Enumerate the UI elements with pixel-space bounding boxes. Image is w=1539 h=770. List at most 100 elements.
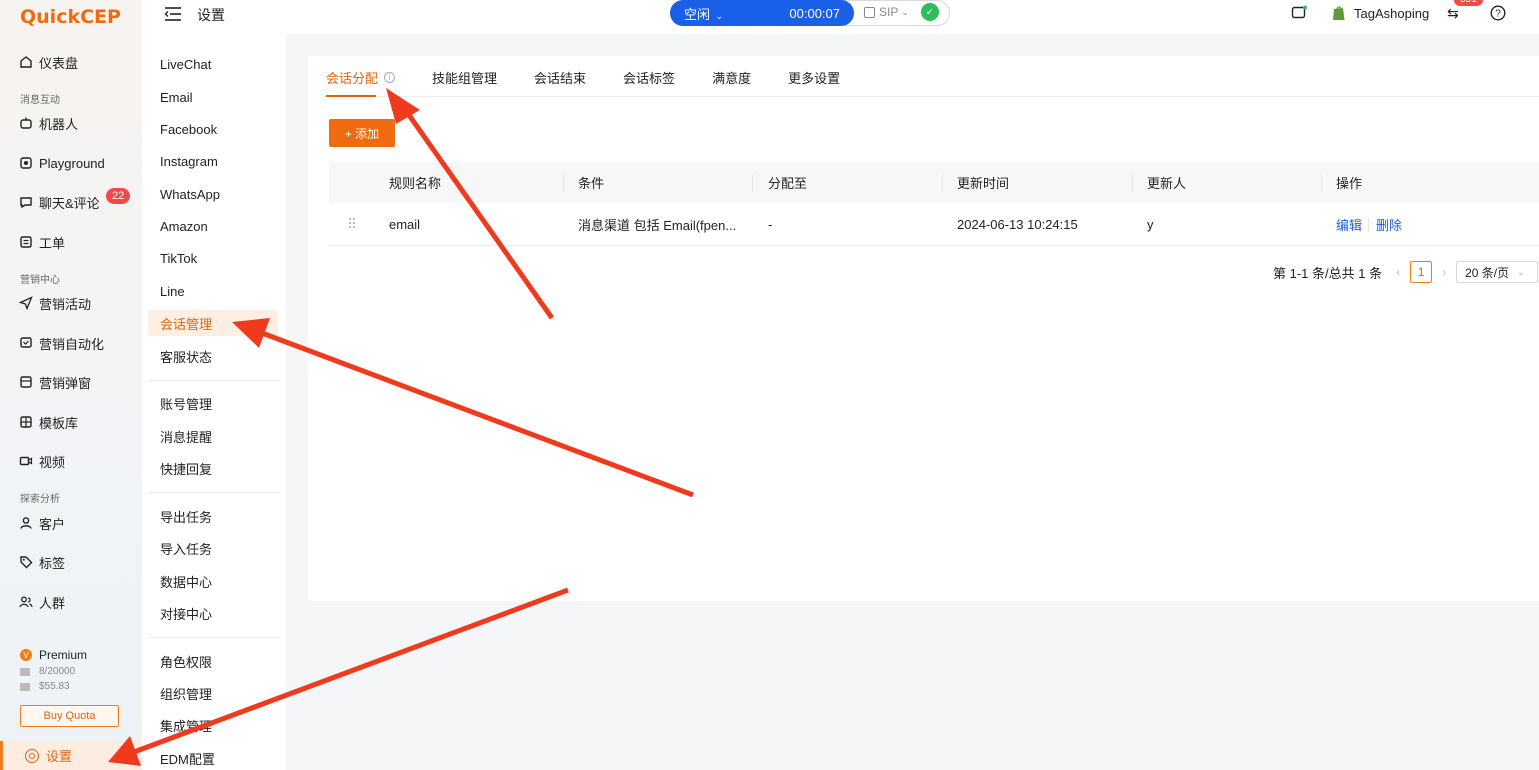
notification-badge: 551 — [1454, 0, 1483, 6]
main-panel: 会话分配 i 技能组管理 会话结束 会话标签 满意度 更多设置 + 添加 规则名称… — [308, 56, 1539, 601]
action-separator — [1368, 218, 1369, 231]
nav-campaign[interactable]: 营销活动 — [18, 291, 91, 315]
subnav-item-line[interactable]: Line — [148, 278, 278, 304]
subnav-item-roles[interactable]: 角色权限 — [148, 648, 278, 674]
subnav-item-organization[interactable]: 组织管理 — [148, 680, 278, 706]
page-size-value: 20 条/页 — [1465, 265, 1510, 280]
help-icon[interactable]: ? — [1490, 5, 1506, 21]
subnav-item-livechat[interactable]: LiveChat — [148, 51, 278, 77]
video-icon — [18, 453, 34, 469]
nav-video[interactable]: 视频 — [18, 449, 65, 473]
subnav-item-accounts[interactable]: 账号管理 — [148, 390, 278, 416]
rule-updated-by: y — [1147, 216, 1154, 232]
tab-session-tags[interactable]: 会话标签 — [623, 68, 675, 87]
page-number[interactable]: 1 — [1410, 261, 1433, 283]
nav-dashboard[interactable]: 仪表盘 — [18, 50, 78, 74]
chat-badge: 22 — [106, 188, 131, 204]
subnav-item-facebook[interactable]: Facebook — [148, 116, 278, 142]
app-logo[interactable]: QuickCEP — [20, 6, 121, 28]
column-header: 更新人 — [1147, 176, 1187, 191]
delete-link[interactable]: 删除 — [1376, 215, 1402, 234]
subnav-item-instagram[interactable]: Instagram — [148, 148, 278, 174]
agent-status-dropdown[interactable]: 空闲 ⌄ 00:00:07 — [670, 0, 854, 26]
nav-label: 营销活动 — [39, 296, 92, 312]
automation-icon — [18, 335, 34, 351]
left-sidebar: QuickCEP 仪表盘 消息互动 机器人 Playground 聊天&评论 2… — [0, 0, 142, 770]
column-separator — [1132, 174, 1133, 192]
add-rule-button[interactable]: + 添加 — [329, 119, 395, 147]
subnav-item-data-center[interactable]: 数据中心 — [148, 568, 278, 594]
subnav-item-tiktok[interactable]: TikTok — [148, 245, 278, 271]
playground-icon — [18, 155, 34, 171]
next-page-icon[interactable]: › — [1442, 265, 1446, 279]
column-separator — [942, 174, 943, 192]
subnav-item-agent-status[interactable]: 客服状态 — [148, 343, 278, 369]
shop-name: TagAshoping — [1354, 5, 1430, 21]
tab-session-assignment[interactable]: 会话分配 i — [326, 68, 396, 87]
settings-subnav: LiveChat Email Facebook Instagram WhatsA… — [142, 0, 286, 770]
nav-playground[interactable]: Playground — [18, 151, 105, 175]
subnav-item-integration-center[interactable]: 对接中心 — [148, 600, 278, 626]
pagination: 第 1-1 条/总共 1 条 ‹ 1 › 20 条/页 ⌄ — [1273, 261, 1539, 283]
nav-label: Playground — [39, 155, 105, 171]
nav-robot[interactable]: 机器人 — [18, 111, 78, 135]
nav-label: 模板库 — [39, 415, 79, 431]
top-bar: 设置 空闲 ⌄ 00:00:07 SIP ⌄ ✓ TagAshoping ⇆ 5… — [142, 0, 1539, 34]
column-separator — [563, 174, 564, 192]
nav-customers[interactable]: 客户 — [18, 511, 65, 535]
chevron-down-icon: ⌄ — [713, 10, 724, 21]
nav-templates[interactable]: 模板库 — [18, 410, 78, 434]
subnav-item-notifications[interactable]: 消息提醒 — [148, 423, 278, 449]
tab-skill-groups[interactable]: 技能组管理 — [432, 68, 497, 87]
drag-handle-icon[interactable] — [348, 217, 356, 229]
nav-ticket[interactable]: 工单 — [18, 230, 65, 254]
tab-session-end[interactable]: 会话结束 — [534, 68, 586, 87]
agent-status-label: 空闲 — [684, 6, 711, 22]
tab-more-settings[interactable]: 更多设置 — [788, 68, 840, 87]
subnav-item-export-tasks[interactable]: 导出任务 — [148, 503, 278, 529]
edit-link[interactable]: 编辑 — [1336, 215, 1362, 234]
user-icon — [18, 515, 34, 531]
subnav-item-email[interactable]: Email — [148, 84, 278, 110]
nav-popup[interactable]: 营销弹窗 — [18, 370, 91, 394]
sip-label: SIP — [879, 5, 899, 19]
sip-dropdown[interactable]: SIP ⌄ — [864, 5, 909, 19]
subnav-item-integrations[interactable]: 集成管理 — [148, 712, 278, 738]
nav-group-label: 消息互动 — [20, 95, 60, 106]
rule-assign: - — [768, 216, 773, 232]
ticket-icon — [18, 234, 34, 250]
tab-satisfaction[interactable]: 满意度 — [712, 68, 751, 87]
nav-label: 设置 — [46, 749, 73, 764]
home-icon — [18, 54, 34, 70]
nav-label: 营销自动化 — [39, 336, 105, 352]
chevron-down-icon: ⌄ — [1517, 266, 1525, 277]
buy-quota-button[interactable]: Buy Quota — [20, 705, 119, 727]
nav-audience[interactable]: 人群 — [18, 590, 65, 614]
shop-selector[interactable]: TagAshoping — [1332, 5, 1429, 21]
nav-chat[interactable]: 聊天&评论 — [18, 190, 100, 214]
switch-icon[interactable]: ⇆ — [1447, 5, 1459, 22]
subnav-item-amazon[interactable]: Amazon — [148, 213, 278, 239]
subnav-item-quick-replies[interactable]: 快捷回复 — [148, 455, 278, 481]
template-icon — [18, 414, 34, 430]
group-icon — [18, 594, 34, 610]
call-status-icon[interactable]: ✓ — [921, 3, 939, 21]
menu-collapse-icon[interactable] — [164, 6, 182, 22]
column-header: 规则名称 — [389, 176, 442, 191]
nav-tags[interactable]: 标签 — [18, 550, 65, 574]
page-size-select[interactable]: 20 条/页 ⌄ — [1456, 261, 1539, 283]
svg-text:?: ? — [1495, 9, 1501, 20]
column-header: 分配至 — [768, 176, 808, 191]
subnav-item-import-tasks[interactable]: 导入任务 — [148, 535, 278, 561]
chat-icon — [18, 194, 34, 210]
nav-automation[interactable]: 营销自动化 — [18, 331, 104, 355]
subnav-item-whatsapp[interactable]: WhatsApp — [148, 181, 278, 207]
subnav-item-edm[interactable]: EDM配置 — [148, 745, 278, 770]
active-tab-indicator — [326, 95, 376, 97]
info-icon[interactable]: i — [384, 72, 396, 83]
prev-page-icon[interactable]: ‹ — [1396, 265, 1400, 279]
column-header: 更新时间 — [957, 176, 1010, 191]
nav-settings[interactable]: 设置 — [0, 741, 142, 770]
message-icon[interactable] — [1291, 5, 1307, 21]
subnav-item-session-management[interactable]: 会话管理 — [148, 310, 278, 336]
